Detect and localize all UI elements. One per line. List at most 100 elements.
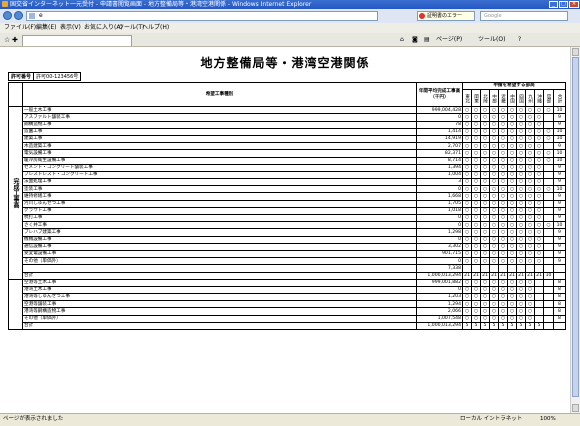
work-type-name: 河川しゅんせつ工事 <box>22 199 417 208</box>
page-menu[interactable]: ページ(P) <box>436 36 462 44</box>
region-label: 官邸 <box>546 93 551 103</box>
work-type-name: 木造建築工事 <box>22 142 417 151</box>
window-titlebar: 国交省インターネット一元受付 - 申請書閲覧画面 - 地方整備局等・港湾空港関係… <box>0 0 580 9</box>
tab-current[interactable] <box>22 35 132 46</box>
print-icon[interactable]: ▤ <box>424 36 430 44</box>
minimize-button[interactable]: _ <box>549 1 558 8</box>
region-count: 10 <box>543 271 554 280</box>
region-mark <box>534 314 544 323</box>
scroll-up-arrow[interactable] <box>572 48 579 56</box>
region-mark: ○ <box>516 293 526 302</box>
table-row: 建築工事 14,919 ○ ○ ○ ○ ○ ○ ○ ○ ○ ○ 10 <box>9 134 567 144</box>
region-mark: ○ <box>462 199 472 208</box>
region-mark: ○ <box>462 285 472 295</box>
search-input[interactable]: Google <box>480 11 568 21</box>
region-mark: ○ <box>498 178 508 187</box>
region-mark: ○ <box>480 278 490 287</box>
region-mark <box>534 264 544 273</box>
region-mark: ○ <box>462 127 472 136</box>
region-mark: ○ <box>489 228 499 237</box>
row-total: 9 <box>552 213 567 223</box>
region-mark: ○ <box>489 134 499 144</box>
close-button[interactable]: × <box>569 1 579 8</box>
region-mark <box>552 264 567 273</box>
region-mark: ○ <box>480 314 490 323</box>
region-mark: ○ <box>507 221 517 230</box>
menu-view[interactable]: 表示(V) <box>60 24 81 32</box>
region-mark <box>543 300 554 309</box>
help-icon[interactable]: ? <box>518 36 521 44</box>
region-mark: ○ <box>471 113 481 122</box>
zoom-level[interactable]: 100% <box>540 414 556 425</box>
region-mark <box>543 206 554 216</box>
feeds-icon[interactable]: ◙ <box>412 36 418 44</box>
url-text: e <box>39 12 43 19</box>
maximize-button[interactable]: □ <box>559 1 568 8</box>
region-count: 21 <box>525 271 535 280</box>
region-mark: ○ <box>498 307 508 316</box>
tools-menu[interactable]: ツール(O) <box>478 36 505 44</box>
scroll-down-arrow[interactable] <box>572 404 579 412</box>
menu-help[interactable]: ヘルプ(H) <box>142 24 169 32</box>
region-header: 北陸 <box>480 89 490 108</box>
region-count: 5 <box>507 321 517 331</box>
home-icon[interactable]: ⌂ <box>400 36 404 44</box>
work-amount: 1,668 <box>416 192 463 201</box>
region-mark: ○ <box>534 134 544 144</box>
status-text: ページが表示されました <box>3 416 64 422</box>
region-mark <box>462 264 472 273</box>
table-row: さく井工事 0 ○ ○ ○ ○ ○ ○ ○ ○ ○ ○ 10 <box>9 221 567 230</box>
work-type-name: 暖冷房衛生設備工事 <box>22 156 417 165</box>
menu-file[interactable]: ファイル(F) <box>4 24 36 32</box>
menu-tools[interactable]: ツール(T) <box>118 24 144 32</box>
work-amount: 3 <box>416 178 463 187</box>
region-label: 中国 <box>509 93 515 103</box>
work-amount: 14,919 <box>416 134 463 144</box>
table-row: 空港等舗装工事 1,294 ○ ○ ○ ○ ○ ○ ○ ○ 8 <box>9 300 567 309</box>
row-total: 8 <box>552 293 567 302</box>
favorites-star-icon[interactable]: ☆ <box>4 36 10 44</box>
work-type-name: 受変電設備工事 <box>22 249 417 259</box>
add-favorites-icon[interactable]: ✚ <box>12 36 18 44</box>
row-total: 8 <box>552 307 567 316</box>
work-type-name: セメント・コンクリート舗装工事 <box>22 163 417 172</box>
url-input[interactable]: e <box>26 11 378 21</box>
region-mark: ○ <box>534 242 544 251</box>
scroll-thumb[interactable] <box>572 57 579 397</box>
region-mark: ○ <box>516 149 526 158</box>
region-mark: ○ <box>480 134 490 144</box>
region-mark: ○ <box>525 228 535 237</box>
region-mark: ○ <box>516 314 526 323</box>
region-mark: ○ <box>498 149 508 158</box>
table-row: 電気設備工事 82,371 ○ ○ ○ ○ ○ ○ ○ ○ ○ ○ 10 <box>9 149 567 158</box>
certificate-error-button[interactable]: 証明書のエラー <box>417 11 475 21</box>
work-type-name: 港湾等しゅんせつ工事 <box>22 293 417 302</box>
region-mark: ○ <box>480 156 490 165</box>
work-amount: 1,705 <box>416 199 463 208</box>
back-button[interactable] <box>3 11 12 20</box>
region-mark: ○ <box>525 278 535 287</box>
region-label: 沖縄 <box>536 93 542 103</box>
vertical-scrollbar[interactable] <box>570 47 580 413</box>
table-row: 港湾等鋼構造物工事 2,066 ○ ○ ○ ○ ○ ○ ○ ○ 8 <box>9 307 567 316</box>
row-total: 9 <box>552 163 567 172</box>
region-mark <box>543 228 554 237</box>
forward-button[interactable] <box>14 11 23 20</box>
work-type-name: 一般土木工事 <box>22 106 417 115</box>
table-row: セメント・コンクリート舗装工事 1,394 ○ ○ ○ ○ ○ ○ ○ ○ ○ 9 <box>9 163 567 172</box>
region-mark: ○ <box>462 206 472 216</box>
menu-favorites[interactable]: お気に入り(A) <box>84 24 123 32</box>
row-total: 9 <box>552 113 567 122</box>
region-mark: ○ <box>498 163 508 172</box>
region-mark: ○ <box>471 199 481 208</box>
region-label: 四国 <box>518 93 524 103</box>
region-mark: ○ <box>525 257 535 266</box>
menu-edit[interactable]: 編集(E) <box>36 24 56 32</box>
region-mark: ○ <box>516 192 526 201</box>
table-row: その他（単価外） 0 ○ ○ ○ ○ ○ ○ ○ ○ ○ 9 <box>9 257 567 266</box>
region-mark: ○ <box>471 120 481 129</box>
region-count: 5 <box>498 321 508 331</box>
region-mark: ○ <box>480 178 490 187</box>
region-mark: ○ <box>480 127 490 136</box>
region-mark: ○ <box>498 106 508 115</box>
